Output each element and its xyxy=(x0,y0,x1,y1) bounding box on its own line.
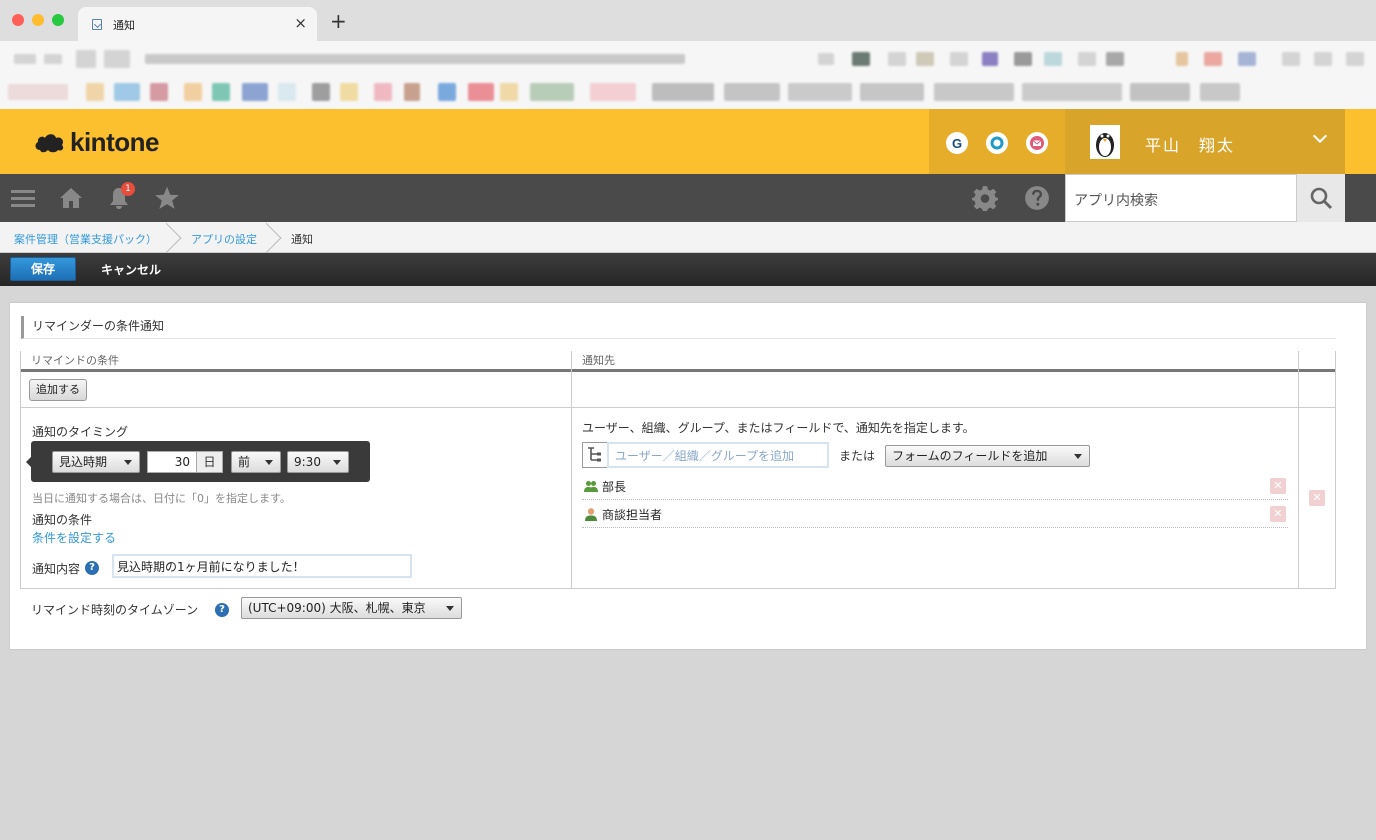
notification-bell-icon[interactable]: 1 xyxy=(96,174,142,222)
remove-recipient-icon[interactable]: ✕ xyxy=(1270,478,1286,494)
mail-icon[interactable] xyxy=(1026,132,1048,154)
dropdown-arrow-icon xyxy=(265,460,273,465)
dropdown-arrow-icon xyxy=(124,460,132,465)
dropdown-arrow-icon xyxy=(446,606,454,611)
dropdown-arrow-icon xyxy=(333,460,341,465)
timing-time-value: 9:30 xyxy=(294,455,321,469)
address-bar-blurred[interactable] xyxy=(0,41,1376,77)
kintone-header: kintone G 平山 翔太 xyxy=(0,109,1376,174)
recipient-cell: ユーザー、組織、グループ、またはフィールドで、通知先を指定します。 ユーザー／組… xyxy=(572,408,1298,588)
notification-content-input[interactable]: 見込時期の1ヶ月前になりました！ xyxy=(112,554,412,578)
recipient-label: 部長 xyxy=(602,480,627,494)
help-icon[interactable]: ? xyxy=(85,561,99,575)
office-ring-icon xyxy=(990,136,1004,150)
app-search-input[interactable]: アプリ内検索 xyxy=(1065,174,1297,222)
global-navbar: 1 アプリ内検索 xyxy=(0,174,1376,222)
action-bar: 保存 キャンセル xyxy=(0,253,1376,286)
close-window-button[interactable] xyxy=(12,14,24,26)
tab-close-button[interactable]: × xyxy=(294,14,307,32)
user-menu[interactable]: 平山 翔太 xyxy=(1065,109,1345,174)
column-header-condition: リマインドの条件 xyxy=(21,351,572,372)
avatar xyxy=(1090,125,1120,159)
save-button[interactable]: 保存 xyxy=(10,257,76,281)
settings-gear-icon[interactable] xyxy=(962,174,1008,222)
remove-reminder-icon[interactable]: ✕ xyxy=(1309,490,1325,506)
bookmarks-bar-blurred[interactable] xyxy=(0,77,1376,109)
browser-tab[interactable]: 通知 × xyxy=(78,7,317,41)
minimize-window-button[interactable] xyxy=(32,14,44,26)
help-circle-icon[interactable] xyxy=(1014,174,1060,222)
mail-envelope-icon xyxy=(1030,136,1044,150)
search-icon[interactable] xyxy=(1297,174,1345,222)
timezone-value: (UTC+09:00) 大阪、札幌、東京 xyxy=(248,601,426,615)
penguin-avatar-icon xyxy=(1090,125,1120,159)
form-field-select[interactable]: フォームのフィールドを追加 xyxy=(885,445,1090,467)
timing-field-value: 見込時期 xyxy=(59,455,108,469)
breadcrumb-app[interactable]: 案件管理（営業支援パック） xyxy=(14,231,157,247)
garoon-letter: G xyxy=(951,135,963,151)
column-header-recipient: 通知先 xyxy=(572,351,1299,372)
favorites-star-icon[interactable] xyxy=(144,174,190,222)
set-condition-link[interactable]: 条件を設定する xyxy=(32,529,116,546)
new-tab-button[interactable]: + xyxy=(330,11,347,31)
breadcrumb: 案件管理（営業支援パック） アプリの設定 通知 xyxy=(0,222,1376,253)
dropdown-arrow-icon xyxy=(1074,454,1082,459)
garoon-icon[interactable]: G xyxy=(946,132,968,154)
browser-titlebar: 通知 × + xyxy=(0,0,1376,41)
user-icon xyxy=(585,508,597,521)
recipient-label: 商談担当者 xyxy=(602,508,663,522)
remove-recipient-icon[interactable]: ✕ xyxy=(1270,506,1286,522)
timing-days-input[interactable]: 30 xyxy=(147,451,197,473)
tab-title: 通知 xyxy=(113,19,135,32)
group-icon xyxy=(584,481,598,492)
menu-icon[interactable] xyxy=(0,174,46,222)
recipient-entry: 部長 ✕ xyxy=(582,472,1288,500)
kintone-cloud-icon xyxy=(35,134,64,153)
user-name: 平山 翔太 xyxy=(1145,136,1236,155)
timing-time-select[interactable]: 9:30 xyxy=(287,451,349,473)
content-label: 通知内容 xyxy=(32,562,81,576)
help-icon[interactable]: ? xyxy=(215,603,229,617)
org-tree-icon xyxy=(588,447,601,462)
favicon-icon xyxy=(92,19,102,30)
recipient-search-input[interactable]: ユーザー／組織／グループを追加 xyxy=(607,442,829,468)
reminder-settings-panel: リマインダーの条件通知 リマインドの条件 通知先 追加する 通知のタイミング 見… xyxy=(9,302,1367,650)
office-icon[interactable] xyxy=(986,132,1008,154)
timezone-label: リマインド時刻のタイムゾーン xyxy=(31,603,199,617)
timing-direction-value: 前 xyxy=(238,455,251,469)
breadcrumb-separator xyxy=(266,222,282,253)
reminder-table: リマインドの条件 通知先 追加する 通知のタイミング 見込時期 30 日 前 9… xyxy=(20,351,1336,589)
timing-controls: 見込時期 30 日 前 9:30 xyxy=(26,441,370,482)
timing-note: 当日に通知する場合は、日付に「0」を指定します。 xyxy=(32,492,291,505)
cancel-button[interactable]: キャンセル xyxy=(101,261,161,278)
recipient-entry: 商談担当者 ✕ xyxy=(582,500,1288,528)
logo-text: kintone xyxy=(70,126,159,157)
org-tree-picker-button[interactable] xyxy=(582,442,608,468)
column-header-blank xyxy=(1299,351,1335,372)
timing-field-select[interactable]: 見込時期 xyxy=(52,451,140,473)
maximize-window-button[interactable] xyxy=(52,14,64,26)
breadcrumb-current: 通知 xyxy=(291,233,313,246)
notification-badge: 1 xyxy=(121,182,135,196)
home-icon[interactable] xyxy=(48,174,94,222)
timing-direction-select[interactable]: 前 xyxy=(231,451,281,473)
add-row: 追加する xyxy=(21,372,1335,408)
breadcrumb-separator xyxy=(166,222,182,253)
timing-label: 通知のタイミング xyxy=(32,425,129,439)
or-text: または xyxy=(839,449,876,463)
recipient-hint: ユーザー、組織、グループ、またはフィールドで、通知先を指定します。 xyxy=(582,421,975,435)
kintone-logo[interactable]: kintone xyxy=(34,127,159,157)
timing-days-unit: 日 xyxy=(196,451,223,473)
timezone-select[interactable]: (UTC+09:00) 大阪、札幌、東京 xyxy=(241,597,462,619)
section-title: リマインダーの条件通知 xyxy=(21,316,1336,339)
form-field-select-label: フォームのフィールドを追加 xyxy=(892,449,1048,463)
add-reminder-button[interactable]: 追加する xyxy=(29,379,87,401)
chevron-down-icon xyxy=(1312,128,1328,144)
condition-label: 通知の条件 xyxy=(32,513,93,527)
breadcrumb-settings[interactable]: アプリの設定 xyxy=(191,231,257,247)
header-service-icons: G xyxy=(929,109,1065,174)
